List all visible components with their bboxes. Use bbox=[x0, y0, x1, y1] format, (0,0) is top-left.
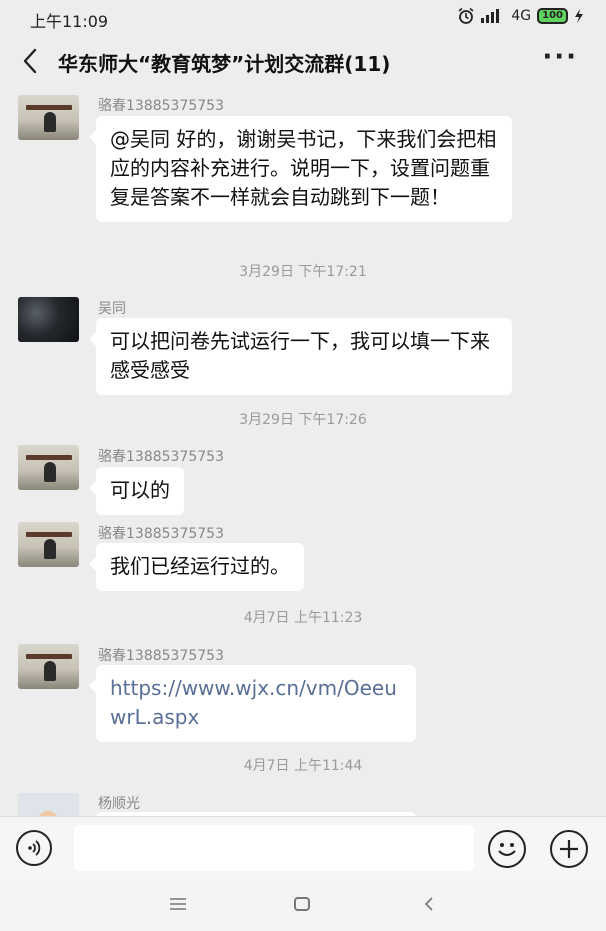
avatar[interactable] bbox=[18, 644, 79, 689]
network-type: 4G bbox=[511, 8, 532, 24]
home-icon[interactable] bbox=[294, 897, 310, 911]
timestamp: 3月29日 下午17:26 bbox=[239, 412, 367, 428]
message-bubble[interactable]: 我们已经运行过的。 bbox=[89, 543, 304, 591]
timestamp: 4月7日 上午11:23 bbox=[243, 610, 363, 626]
timestamp: 4月7日 上午11:44 bbox=[243, 758, 363, 774]
input-bar bbox=[0, 816, 606, 879]
message-input[interactable] bbox=[74, 825, 474, 871]
sender-name: 杨顺光 bbox=[98, 796, 140, 812]
message-bubble[interactable]: 可以把问卷先试运行一下，我可以填一下来感受感受 bbox=[89, 318, 512, 395]
back-arrow-icon[interactable] bbox=[18, 46, 44, 76]
avatar[interactable] bbox=[18, 793, 79, 816]
battery-icon: 100 bbox=[537, 8, 568, 24]
more-icon[interactable]: ··· bbox=[542, 42, 578, 72]
sender-name: 吴同 bbox=[98, 301, 126, 317]
sender-name: 骆春13885375753 bbox=[98, 449, 224, 465]
status-bar: 上午11:09 4G 100 bbox=[0, 0, 606, 36]
timestamp: 3月29日 下午17:21 bbox=[239, 264, 367, 280]
alarm-icon bbox=[458, 7, 474, 24]
message-bubble[interactable]: 可以的 bbox=[89, 467, 184, 515]
plus-icon[interactable] bbox=[550, 830, 588, 868]
sender-name: 骆春13885375753 bbox=[98, 98, 224, 114]
avatar[interactable] bbox=[18, 445, 79, 490]
message-bubble[interactable]: @吴同 好的，谢谢吴书记，下来我们会把相应的内容补充进行。说明一下，设置问题重复… bbox=[89, 116, 512, 222]
signal-icon bbox=[481, 9, 500, 23]
voice-icon[interactable] bbox=[16, 830, 52, 866]
avatar[interactable] bbox=[18, 297, 79, 342]
chat-title: 华东师大“教育筑梦”计划交流群(11) bbox=[58, 52, 391, 76]
status-icons: 4G 100 bbox=[457, 7, 584, 25]
chat-header: 华东师大“教育筑梦”计划交流群(11) ··· bbox=[0, 36, 606, 86]
link-message-bubble[interactable]: https://www.wjx.cn/vm/OeeuwrL.aspx bbox=[89, 665, 416, 742]
menu-icon[interactable] bbox=[168, 896, 188, 912]
sender-name: 骆春13885375753 bbox=[98, 648, 224, 664]
avatar[interactable] bbox=[18, 522, 79, 567]
system-nav-bar bbox=[0, 878, 606, 931]
charging-icon bbox=[575, 9, 583, 23]
nav-back-icon[interactable] bbox=[422, 895, 436, 913]
emoji-icon[interactable] bbox=[488, 830, 526, 868]
status-time: 上午11:09 bbox=[30, 12, 109, 31]
chat-area[interactable]: 骆春13885375753 @吴同 好的，谢谢吴书记，下来我们会把相应的内容补充… bbox=[0, 86, 606, 816]
sender-name: 骆春13885375753 bbox=[98, 526, 224, 542]
avatar[interactable] bbox=[18, 95, 79, 140]
